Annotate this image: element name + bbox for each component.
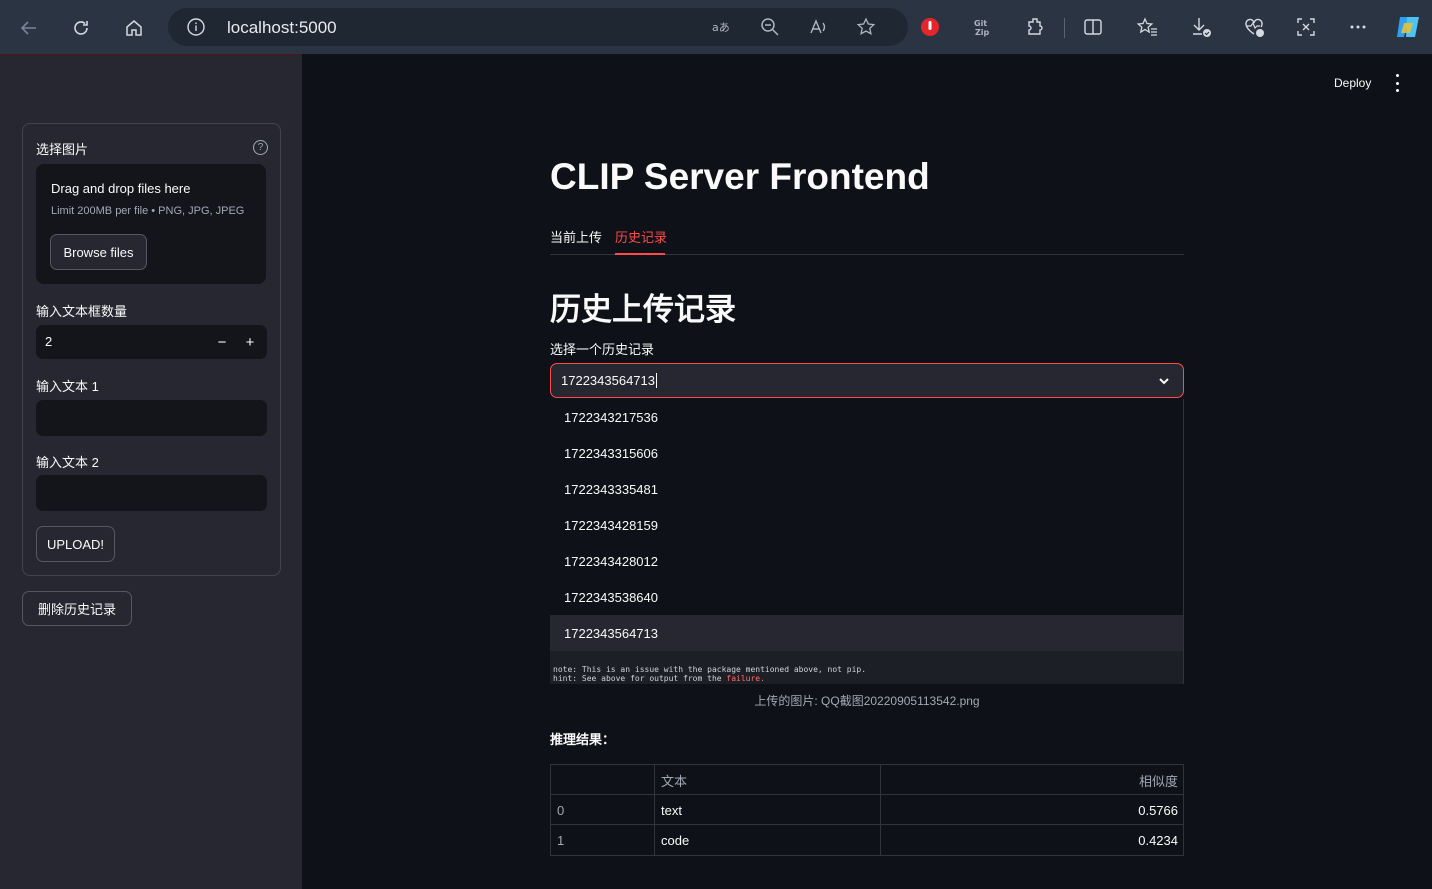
reload-icon[interactable] [68, 15, 94, 41]
decrement-button[interactable]: − [208, 325, 236, 359]
dropdown-option[interactable]: 1722343538640 [550, 579, 1183, 615]
info-icon[interactable] [186, 17, 206, 37]
table-cell: 0.4234 [1138, 832, 1178, 848]
image-caption: 上传的图片: QQ截图20220905113542.png [754, 694, 980, 708]
extensions-icon[interactable] [1024, 15, 1048, 39]
extension-red-icon[interactable] [918, 15, 942, 39]
uploader-label: 选择图片 [36, 142, 89, 157]
back-icon[interactable] [16, 15, 42, 41]
chevron-down-icon[interactable] [1157, 374, 1171, 388]
tab-current-upload[interactable]: 当前上传 [550, 227, 602, 246]
result-label: 推理结果： [550, 732, 616, 747]
table-header-cell[interactable]: 文本 [655, 765, 881, 795]
table-cell: 1 [551, 825, 655, 855]
sidebar: 选择图片 ? Drag and drop files here Limit 20… [0, 54, 302, 889]
address-bar[interactable]: localhost:5000 aあ [168, 8, 908, 46]
table-header-cell[interactable]: 相似度 [881, 765, 1184, 795]
tab-bar: 当前上传 历史记录 [550, 224, 1184, 255]
dropdown-option[interactable]: 1722343217536 [550, 399, 1183, 435]
favorite-star-icon[interactable] [856, 17, 876, 37]
svg-text:Git: Git [974, 19, 987, 28]
table-header-row: 文本 相似度 [551, 765, 1183, 795]
git-zip-icon[interactable]: Git Zip [971, 15, 995, 39]
help-icon[interactable]: ? [253, 140, 268, 155]
table-cell: 0.5766 [1138, 802, 1178, 818]
copilot-icon[interactable] [1394, 13, 1422, 41]
browser-toolbar: localhost:5000 aあ Git Zip [0, 0, 1432, 54]
dropdown-option[interactable]: 1722343315606 [550, 435, 1183, 471]
result-table: 文本 相似度 0 text 0.5766 1 code 0.4234 [550, 764, 1184, 856]
read-aloud-icon[interactable] [809, 17, 829, 37]
table-cell: text [655, 795, 881, 825]
svg-text:Zip: Zip [975, 28, 990, 37]
svg-text:aあ: aあ [712, 21, 730, 34]
text2-input[interactable] [36, 475, 267, 511]
page-title: CLIP Server Frontend [550, 156, 930, 197]
home-icon[interactable] [121, 15, 147, 41]
zoom-out-icon[interactable] [760, 17, 780, 37]
text-count-label: 输入文本框数量 [36, 304, 128, 319]
dropdown-option[interactable]: 1722343335481 [550, 471, 1183, 507]
table-row: 1 code 0.4234 [551, 825, 1183, 855]
browse-files-button[interactable]: Browse files [50, 234, 147, 270]
upload-form: 选择图片 ? Drag and drop files here Limit 20… [22, 123, 281, 576]
history-select-label: 选择一个历史记录 [550, 342, 655, 357]
more-options-icon[interactable] [1346, 15, 1370, 39]
text1-label: 输入文本 1 [36, 379, 99, 394]
image-text-line: hint: See above for output from the fail… [553, 674, 765, 683]
delete-history-button[interactable]: 删除历史记录 [22, 591, 132, 626]
url-text[interactable]: localhost:5000 [227, 18, 337, 38]
favorites-icon[interactable] [1135, 15, 1159, 39]
upload-button[interactable]: UPLOAD! [36, 526, 115, 562]
increment-button[interactable]: + [236, 325, 264, 359]
table-row: 0 text 0.5766 [551, 795, 1183, 825]
toolbar-separator [1064, 18, 1065, 38]
table-cell: 0 [551, 795, 655, 825]
dropzone-title: Drag and drop files here [51, 181, 191, 196]
split-screen-icon[interactable] [1081, 15, 1105, 39]
dropdown-option[interactable]: 1722343428159 [550, 507, 1183, 543]
dropdown-option-selected[interactable]: 1722343564713 [550, 615, 1183, 651]
main-content: Deploy CLIP Server Frontend 当前上传 历史记录 历史… [302, 54, 1432, 889]
dropdown-option[interactable]: 1722343428012 [550, 543, 1183, 579]
text-caret [656, 373, 657, 388]
tab-history[interactable]: 历史记录 [615, 227, 667, 246]
history-select[interactable]: 1722343564713 [550, 363, 1184, 398]
table-header-cell [551, 765, 655, 795]
dropzone-limit: Limit 200MB per file • PNG, JPG, JPEG [51, 205, 245, 217]
uploaded-image: note: This is an issue with the package … [550, 651, 1184, 684]
history-select-value[interactable]: 1722343564713 [561, 373, 657, 388]
text2-label: 输入文本 2 [36, 455, 99, 470]
table-cell: code [655, 825, 881, 855]
history-dropdown-list: 1722343217536 1722343315606 172234333548… [550, 399, 1184, 651]
browser-essentials-icon[interactable] [1242, 15, 1266, 39]
file-dropzone[interactable]: Drag and drop files here Limit 200MB per… [36, 164, 266, 284]
deploy-button[interactable]: Deploy [1334, 76, 1371, 90]
text-count-stepper[interactable]: 2 − + [36, 325, 267, 359]
translate-icon[interactable]: aあ [711, 17, 731, 37]
text1-input[interactable] [36, 400, 267, 436]
active-tab-indicator [615, 253, 665, 255]
history-select-text[interactable]: 1722343564713 [561, 373, 655, 388]
history-heading: 历史上传记录 [550, 292, 736, 327]
image-text-line: note: This is an issue with the package … [553, 665, 867, 674]
text-count-value[interactable]: 2 [45, 334, 52, 349]
screenshot-icon[interactable] [1294, 15, 1318, 39]
downloads-icon[interactable] [1189, 15, 1213, 39]
main-menu-icon[interactable] [1390, 74, 1404, 92]
